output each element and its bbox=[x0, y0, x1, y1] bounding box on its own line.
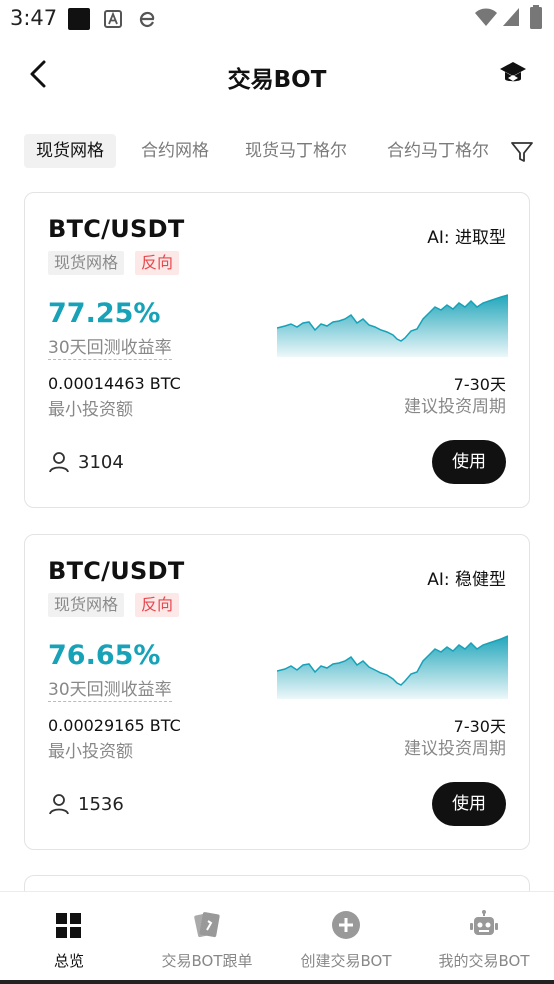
use-button[interactable]: 使用 bbox=[432, 440, 506, 484]
type-tag: 现货网格 bbox=[48, 593, 125, 617]
user-icon bbox=[49, 452, 69, 473]
period-label: 建议投资周期 bbox=[404, 739, 506, 759]
nav-my-bots[interactable]: 我的交易BOT bbox=[415, 892, 553, 982]
page-title: 交易BOT bbox=[227, 67, 327, 93]
grid-icon bbox=[56, 913, 81, 938]
nav-label: 创建交易BOT bbox=[300, 952, 392, 970]
yield-value: 77.25% bbox=[48, 298, 161, 329]
nav-label: 总览 bbox=[53, 952, 84, 970]
period-label: 建议投资周期 bbox=[404, 397, 506, 417]
tab-futures-grid[interactable]: 合约网格 bbox=[141, 134, 209, 168]
yield-label[interactable]: 30天回测收益率 bbox=[48, 333, 172, 360]
trading-pair: BTC/USDT bbox=[48, 557, 185, 585]
nav-label: 我的交易BOT bbox=[438, 952, 530, 970]
yield-value: 76.65% bbox=[48, 640, 161, 671]
ai-risk-label: AI: 进取型 bbox=[427, 228, 506, 248]
direction-tag: 反向 bbox=[135, 251, 180, 275]
nav-create-bot[interactable]: 创建交易BOT bbox=[277, 892, 415, 982]
type-tag: 现货网格 bbox=[48, 251, 125, 275]
plus-circle-icon bbox=[332, 911, 360, 939]
user-icon bbox=[49, 794, 69, 815]
header: 交易BOT bbox=[0, 44, 554, 108]
strategy-tabs: 现货网格 合约网格 现货马丁格尔 合约马丁格尔 bbox=[24, 134, 534, 170]
yield-sparkline bbox=[277, 635, 508, 699]
min-investment-label: 最小投资额 bbox=[48, 400, 133, 420]
ai-risk-label: AI: 稳健型 bbox=[427, 570, 506, 590]
home-indicator-bar bbox=[0, 980, 554, 984]
nav-overview[interactable]: 总览 bbox=[0, 892, 138, 982]
min-investment-label: 最小投资额 bbox=[48, 742, 133, 762]
min-investment-value: 0.00014463 BTC bbox=[48, 374, 181, 393]
bottom-nav: 总览 交易BOT跟单 创建交易BOT 我的交易BOT bbox=[0, 891, 554, 981]
nav-copy-trading[interactable]: 交易BOT跟单 bbox=[138, 892, 276, 982]
tab-spot-martingale[interactable]: 现货马丁格尔 bbox=[245, 134, 347, 168]
wifi-icon bbox=[475, 8, 497, 26]
tab-spot-grid[interactable]: 现货网格 bbox=[24, 134, 116, 168]
nav-label: 交易BOT跟单 bbox=[161, 952, 253, 970]
bot-card[interactable]: BTC/USDT 现货网格 反向 AI: 进取型 77.25% 30天回测收益率… bbox=[24, 192, 530, 508]
user-count: 1536 bbox=[78, 794, 124, 815]
trading-pair: BTC/USDT bbox=[48, 215, 185, 243]
filter-icon[interactable] bbox=[510, 140, 534, 164]
yield-label[interactable]: 30天回测收益率 bbox=[48, 675, 172, 702]
cards-icon bbox=[194, 912, 220, 938]
signal-icon bbox=[503, 8, 519, 26]
app-notification-icon bbox=[68, 8, 90, 30]
status-time: 3:47 bbox=[10, 6, 58, 30]
min-investment-value: 0.00029165 BTC bbox=[48, 716, 181, 735]
browser-notification-icon bbox=[139, 11, 155, 28]
bot-card[interactable]: BTC/USDT 现货网格 反向 AI: 稳健型 76.65% 30天回测收益率… bbox=[24, 534, 530, 850]
direction-tag: 反向 bbox=[135, 593, 180, 617]
yield-sparkline bbox=[277, 294, 508, 357]
use-button[interactable]: 使用 bbox=[432, 782, 506, 826]
graduation-cap-icon[interactable] bbox=[498, 58, 528, 88]
status-bar: 3:47 bbox=[0, 0, 554, 38]
font-notification-icon bbox=[104, 10, 122, 28]
robot-icon bbox=[470, 910, 498, 935]
tab-futures-martingale[interactable]: 合约马丁格尔 bbox=[387, 134, 489, 168]
user-count: 3104 bbox=[78, 452, 124, 473]
battery-icon bbox=[530, 5, 542, 29]
